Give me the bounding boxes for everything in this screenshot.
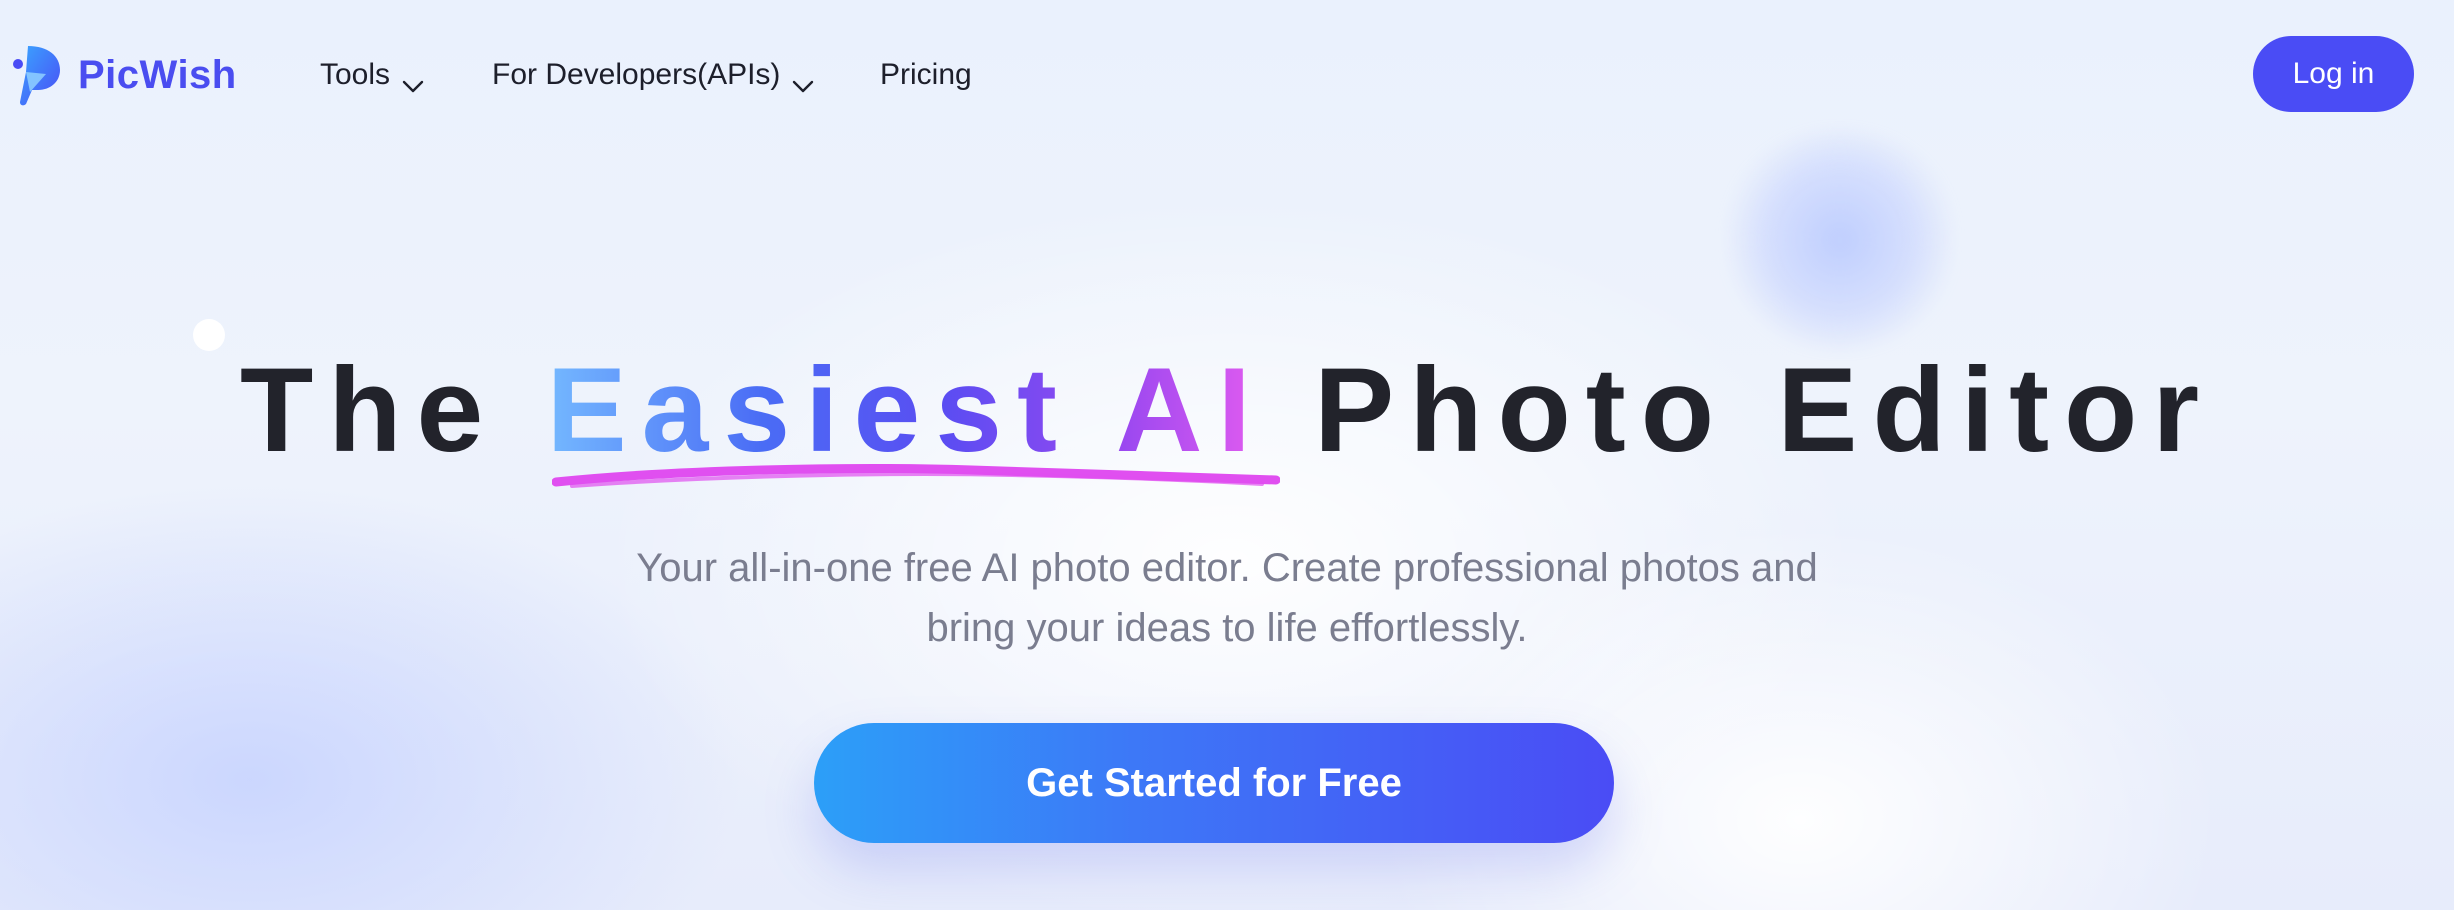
- hero-headline: The Easiest AI Photo Editor: [0, 340, 2454, 480]
- top-navigation: PicWish Tools For Developers(APIs) Prici…: [0, 0, 2454, 150]
- headline-text-before: The: [239, 343, 499, 477]
- brand-logo-link[interactable]: PicWish: [12, 40, 237, 110]
- chevron-down-icon: [792, 68, 814, 93]
- brand-name: PicWish: [78, 52, 237, 97]
- get-started-button[interactable]: Get Started for Free: [814, 723, 1614, 843]
- nav-tools[interactable]: Tools: [320, 50, 424, 100]
- chevron-down-icon: [402, 68, 424, 93]
- nav-pricing[interactable]: Pricing: [880, 50, 972, 100]
- hero-subtitle-line-2: bring your ideas to life effortlessly.: [926, 606, 1528, 650]
- decorative-blur-circle: [1720, 130, 1960, 350]
- hero-subtitle-line-1: Your all-in-one free AI photo editor. Cr…: [636, 546, 1818, 590]
- headline-highlight: Easiest AI: [547, 340, 1266, 480]
- headline-text-after: Photo Editor: [1314, 343, 2215, 477]
- login-button[interactable]: Log in: [2253, 36, 2414, 112]
- nav-developers-label: For Developers(APIs): [492, 58, 781, 91]
- nav-pricing-label: Pricing: [880, 58, 972, 91]
- hero-subtitle: Your all-in-one free AI photo editor. Cr…: [427, 538, 2027, 658]
- nav-tools-label: Tools: [320, 58, 391, 91]
- nav-developers[interactable]: For Developers(APIs): [492, 50, 814, 100]
- picwish-logo-icon: [12, 42, 62, 108]
- brush-underline-decoration: [552, 464, 1280, 488]
